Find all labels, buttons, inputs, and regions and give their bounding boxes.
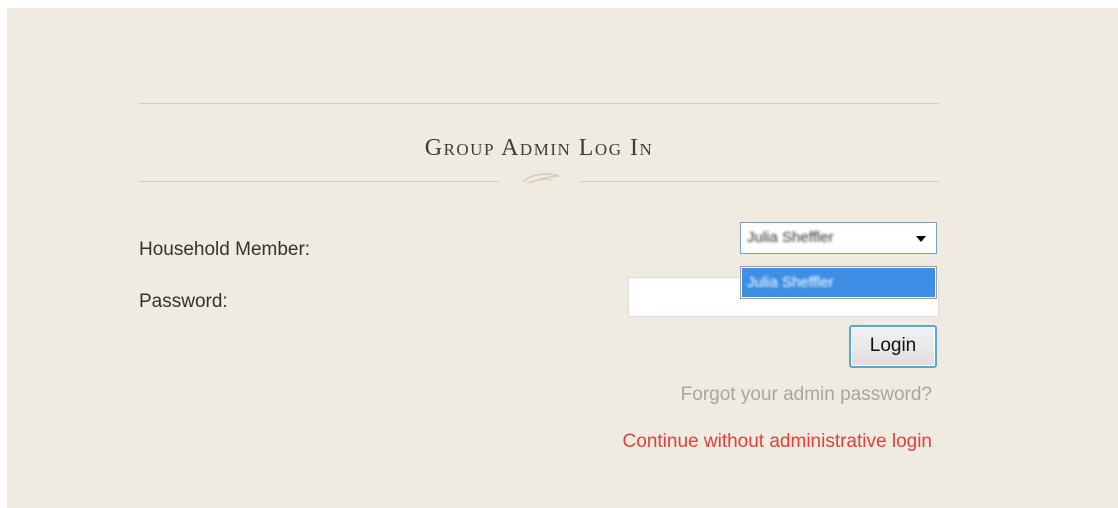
feather-icon (522, 173, 560, 184)
member-dropdown-list[interactable]: Julia Sheffler (740, 266, 937, 299)
household-member-select[interactable]: Julia Sheffler (740, 222, 937, 254)
forgot-password-link[interactable]: Forgot your admin password? (681, 384, 932, 406)
chevron-down-icon[interactable] (916, 236, 926, 242)
login-button[interactable]: Login (849, 325, 937, 368)
continue-without-login-link[interactable]: Continue without administrative login (623, 431, 932, 453)
title-divider-left (139, 181, 499, 182)
login-panel: Group Admin Log In Household Member: Pas… (7, 8, 1118, 508)
top-divider (139, 103, 939, 104)
title-divider-right (580, 181, 939, 182)
member-option-label: Julia Sheffler (747, 274, 834, 291)
household-member-label: Household Member: (139, 239, 311, 260)
password-label: Password: (139, 291, 228, 312)
page-title: Group Admin Log In (424, 135, 654, 161)
member-option[interactable]: Julia Sheffler (742, 268, 935, 297)
selected-member-value: Julia Sheffler (747, 229, 834, 246)
